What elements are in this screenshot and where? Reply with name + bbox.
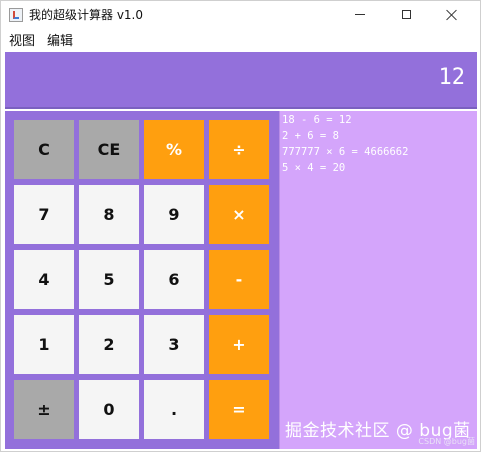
key-2[interactable]: 2 [79,315,139,374]
key-3[interactable]: 3 [144,315,204,374]
key-0[interactable]: 0 [79,380,139,439]
history-entry: 18 - 6 = 12 [282,114,352,126]
key-percent[interactable]: % [144,120,204,179]
maximize-icon [401,10,411,19]
key-add[interactable]: + [209,315,269,374]
key-4[interactable]: 4 [14,250,74,309]
key-1[interactable]: 1 [14,315,74,374]
key-7[interactable]: 7 [14,185,74,244]
key-decimal[interactable]: . [144,380,204,439]
java-app-icon [9,7,23,22]
key-negate[interactable]: ± [14,380,74,439]
maximize-button[interactable] [383,1,429,28]
display-value: 12 [438,65,466,90]
menu-view[interactable]: 视图 [9,30,35,49]
key-clear[interactable]: C [14,120,74,179]
close-button[interactable] [429,1,475,28]
key-divide[interactable]: ÷ [209,120,269,179]
result-display: 12 [5,52,477,109]
key-6[interactable]: 6 [144,250,204,309]
key-subtract[interactable]: - [209,250,269,309]
menu-bar: 视图 编辑 [1,28,480,50]
key-clear-entry[interactable]: CE [79,120,139,179]
menu-edit[interactable]: 编辑 [47,30,73,49]
window-title: 我的超级计算器 v1.0 [29,8,144,22]
history-entry: 5 × 4 = 20 [282,162,346,174]
app-window: 我的超级计算器 v1.0 视图 编辑 12 C CE % ÷ 7 8 9 × 4… [0,0,481,452]
key-9[interactable]: 9 [144,185,204,244]
history-entry: 2 + 6 = 8 [282,130,339,142]
key-8[interactable]: 8 [79,185,139,244]
history-entry: 777777 × 6 = 4666662 [282,146,409,158]
key-5[interactable]: 5 [79,250,139,309]
close-icon [446,9,458,21]
title-bar[interactable]: 我的超级计算器 v1.0 [1,1,480,28]
key-equals[interactable]: = [209,380,269,439]
keypad: C CE % ÷ 7 8 9 × 4 5 6 - 1 2 3 + ± 0 . = [5,111,279,449]
watermark-sub: CSDN @bug菌 [418,437,475,446]
minimize-icon [355,14,365,15]
history-panel[interactable]: 18 - 6 = 12 2 + 6 = 8 777777 × 6 = 46666… [279,111,477,449]
key-multiply[interactable]: × [209,185,269,244]
minimize-button[interactable] [337,1,383,28]
